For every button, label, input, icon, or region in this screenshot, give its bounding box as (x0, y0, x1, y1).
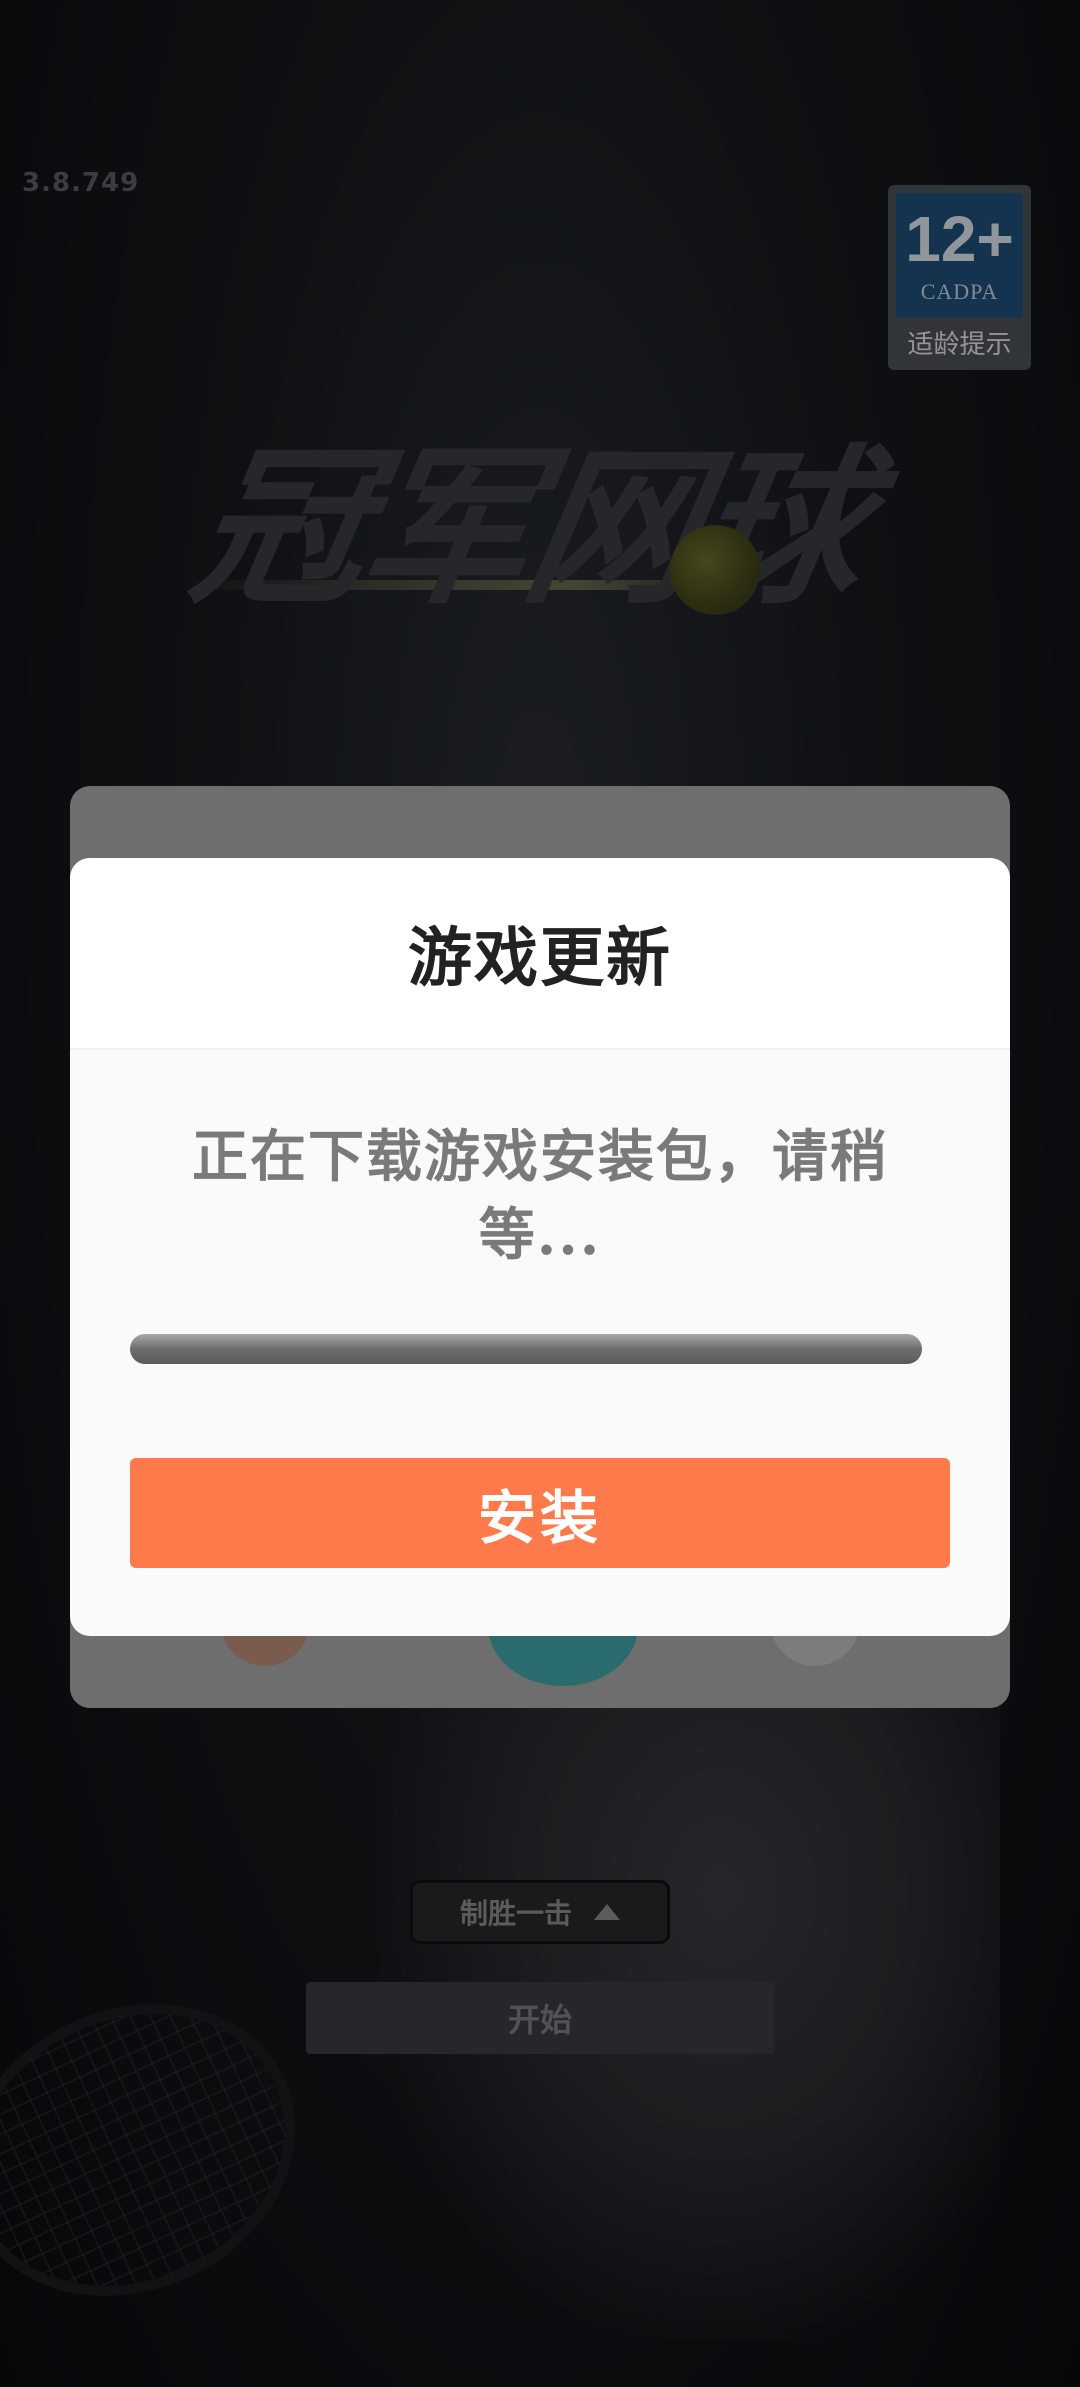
dialog-message: 正在下载游戏安装包，请稍等... (192, 1124, 888, 1268)
download-progress-fill (130, 1334, 922, 1364)
update-dialog: 游戏更新 正在下载游戏安装包，请稍等... 安装 (70, 858, 1010, 1636)
install-button-label: 安装 (477, 1484, 602, 1552)
dialog-header: 游戏更新 (70, 858, 1010, 1050)
game-screen: 3.8.749 12+ CADPA 适龄提示 冠军网球 制胜一击 开始 游戏更新… (0, 0, 1080, 2387)
dialog-title: 游戏更新 (408, 921, 672, 996)
install-button[interactable]: 安装 (130, 1458, 950, 1568)
download-progress-bar (130, 1334, 922, 1364)
